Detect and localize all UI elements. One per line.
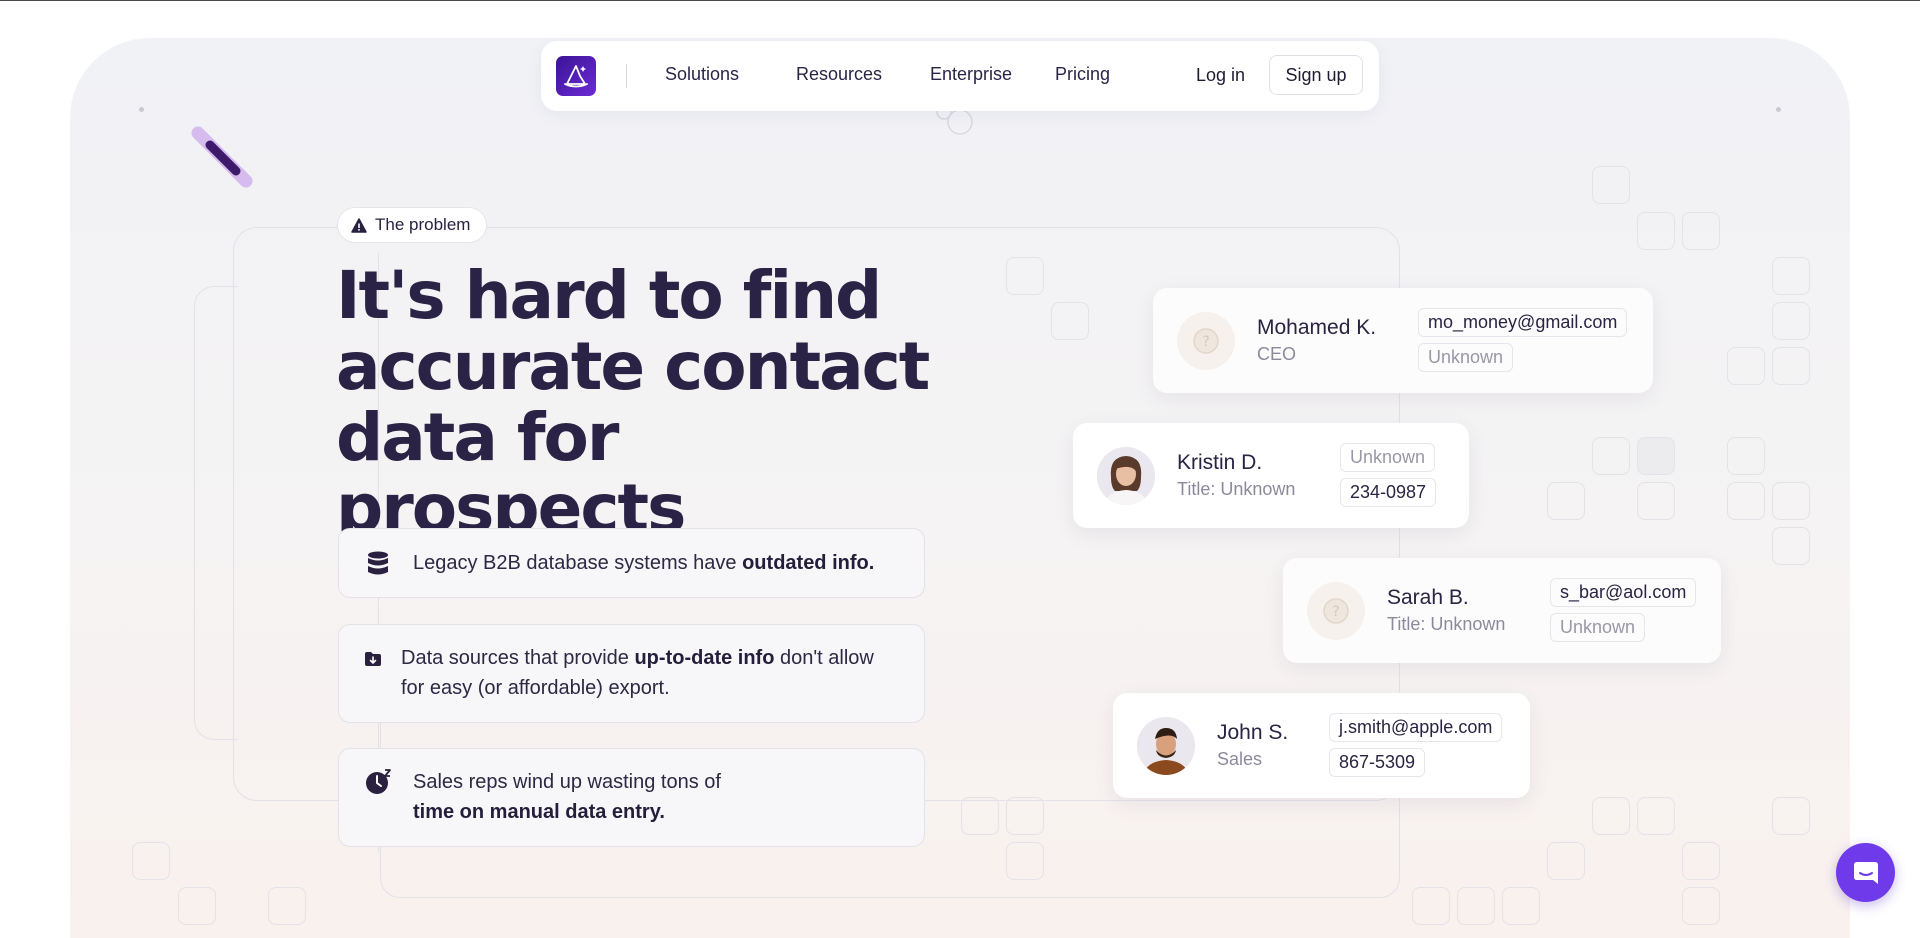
grid-square	[132, 842, 170, 880]
grid-square	[1051, 302, 1089, 340]
contact-title: Title: Unknown	[1177, 479, 1296, 499]
grid-square	[1502, 887, 1540, 925]
grid-square	[1727, 437, 1765, 475]
magic-wand-icon	[191, 126, 253, 188]
grid-square	[1772, 257, 1810, 295]
grid-square	[1547, 482, 1585, 520]
contact-phone: 234-0987	[1340, 478, 1437, 507]
nav-divider	[626, 64, 627, 88]
unknown-avatar-icon: ?	[1177, 312, 1235, 370]
grid-square	[1682, 842, 1720, 880]
grid-square	[1682, 887, 1720, 925]
grid-square	[961, 797, 999, 835]
grid-square	[1637, 212, 1675, 250]
grid-square	[1772, 347, 1810, 385]
grid-square	[1592, 166, 1630, 204]
contact-name: Sarah B.	[1387, 586, 1469, 609]
contact-phone: Unknown	[1418, 343, 1514, 372]
grid-square	[1772, 527, 1810, 565]
grid-square	[1547, 842, 1585, 880]
svg-text:?: ?	[1332, 604, 1339, 620]
contact-name: Kristin D.	[1177, 451, 1263, 474]
grid-square	[1006, 842, 1044, 880]
grid-square	[1772, 797, 1810, 835]
nav-item-resources[interactable]: Resources	[796, 64, 882, 85]
grid-square	[1682, 212, 1720, 250]
decorative-dot	[139, 107, 144, 112]
contact-title: CEO	[1257, 344, 1297, 364]
contact-card: ? Mohamed K. CEO mo_money@gmail.com Unkn…	[1153, 288, 1653, 393]
grid-square	[1412, 887, 1450, 925]
svg-text:?: ?	[1202, 334, 1209, 350]
contact-phone: Unknown	[1550, 613, 1646, 642]
grid-square	[1637, 797, 1675, 835]
top-navigation: Solutions Resources Enterprise Pricing L…	[541, 41, 1379, 111]
problem-badge: The problem	[337, 207, 488, 243]
chat-bubble-icon	[1853, 861, 1878, 884]
login-link[interactable]: Log in	[1196, 65, 1245, 86]
nav-item-pricing[interactable]: Pricing	[1055, 64, 1110, 85]
contact-name: John S.	[1217, 721, 1289, 744]
wizard-hat-icon[interactable]	[556, 56, 596, 96]
grid-square	[1727, 347, 1765, 385]
contact-phone: 867-5309	[1329, 748, 1426, 777]
woman-avatar	[1097, 447, 1155, 505]
decorative-dot	[1776, 107, 1781, 112]
decorative-frame	[194, 286, 238, 740]
contact-email: Unknown	[1340, 443, 1436, 472]
folder-download-icon	[365, 652, 381, 666]
signup-button[interactable]: Sign up	[1269, 55, 1363, 95]
grid-square	[1772, 302, 1810, 340]
grid-square	[1592, 797, 1630, 835]
problem-item: Legacy B2B database systems have outdate…	[338, 528, 925, 598]
contact-title: Sales	[1217, 749, 1263, 769]
unknown-avatar-icon: ?	[1307, 582, 1365, 640]
warning-triangle-icon	[351, 217, 367, 233]
problem-item: Sales reps wind up wasting tons of time …	[338, 748, 925, 847]
contact-card: ? Sarah B. Title: Unknown s_bar@aol.com …	[1283, 558, 1721, 663]
database-icon	[368, 551, 388, 575]
grid-square	[1592, 437, 1630, 475]
man-avatar	[1137, 717, 1195, 775]
grid-square	[178, 887, 216, 925]
badge-label: The problem	[375, 215, 471, 234]
problem-text: Data sources that provide up-to-date inf…	[401, 647, 874, 699]
nav-item-solutions[interactable]: Solutions	[665, 64, 739, 85]
contact-title: Title: Unknown	[1387, 614, 1506, 634]
contact-email: j.smith@apple.com	[1329, 713, 1503, 742]
grid-square	[1637, 482, 1675, 520]
contact-email: mo_money@gmail.com	[1418, 308, 1628, 337]
contact-email: s_bar@aol.com	[1550, 578, 1697, 607]
nav-item-enterprise[interactable]: Enterprise	[930, 64, 1012, 85]
clock-sleep-icon	[366, 769, 391, 794]
contact-card: Kristin D. Title: Unknown Unknown 234-09…	[1073, 423, 1469, 528]
grid-square	[268, 887, 306, 925]
page-headline: It's hard to find accurate contact data …	[336, 257, 930, 547]
problem-text: Sales reps wind up wasting tons of time …	[413, 771, 721, 823]
chat-launcher-button[interactable]	[1836, 843, 1895, 902]
grid-square	[1457, 887, 1495, 925]
contact-card: John S. Sales j.smith@apple.com 867-5309	[1113, 693, 1530, 798]
window-top-border	[0, 0, 1920, 1]
grid-square	[1772, 482, 1810, 520]
grid-square	[1727, 482, 1765, 520]
grid-square	[1006, 257, 1044, 295]
grid-square	[1006, 797, 1044, 835]
contact-name: Mohamed K.	[1257, 316, 1377, 339]
grid-square	[1637, 437, 1675, 475]
problem-item: Data sources that provide up-to-date inf…	[338, 624, 925, 723]
problem-text: Legacy B2B database systems have outdate…	[413, 552, 875, 574]
